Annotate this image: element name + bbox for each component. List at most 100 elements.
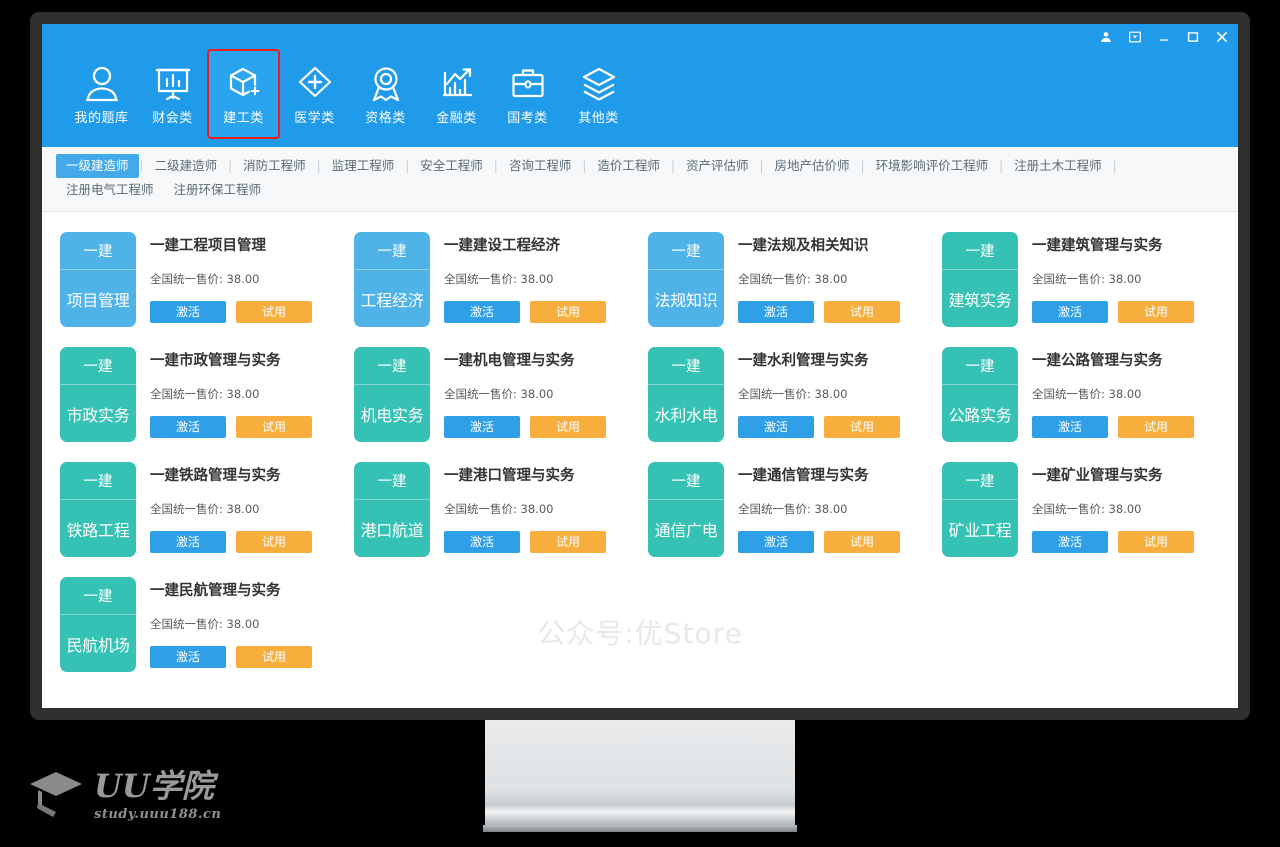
course-card: 一建 矿业工程 一建矿业管理与实务 全国统一售价: 38.00 激活 试用	[934, 456, 1228, 571]
tab-separator: |	[1112, 159, 1117, 173]
tab-7[interactable]: 资产评估师	[676, 154, 759, 178]
course-card: 一建 铁路工程 一建铁路管理与实务 全国统一售价: 38.00 激活 试用	[52, 456, 346, 571]
course-thumbnail[interactable]: 一建 法规知识	[648, 232, 724, 327]
activate-button[interactable]: 激活	[1032, 530, 1108, 553]
tab-separator: |	[139, 159, 144, 173]
tab-3[interactable]: 监理工程师	[322, 154, 405, 178]
course-thumbnail[interactable]: 一建 项目管理	[60, 232, 136, 327]
course-title: 一建机电管理与实务	[444, 353, 575, 369]
tab-1[interactable]: 二级建造师	[145, 154, 228, 178]
trial-button[interactable]: 试用	[530, 530, 606, 553]
trial-button[interactable]: 试用	[236, 415, 312, 438]
course-thumbnail[interactable]: 一建 港口航道	[354, 462, 430, 557]
nav-item-accounting[interactable]: 财会类	[137, 50, 208, 138]
nav-item-medical[interactable]: 医学类	[279, 50, 350, 138]
tab-9[interactable]: 环境影响评价工程师	[866, 154, 999, 178]
course-subject: 法规知识	[654, 290, 718, 310]
course-thumbnail[interactable]: 一建 矿业工程	[942, 462, 1018, 557]
trial-button[interactable]: 试用	[236, 530, 312, 553]
course-card: 一建 项目管理 一建工程项目管理 全国统一售价: 38.00 激活 试用	[52, 226, 346, 341]
activate-button[interactable]: 激活	[738, 530, 814, 553]
trial-button[interactable]: 试用	[530, 300, 606, 323]
course-thumbnail[interactable]: 一建 市政实务	[60, 347, 136, 442]
tab-2[interactable]: 消防工程师	[233, 154, 316, 178]
course-price: 全国统一售价: 38.00	[1032, 386, 1142, 401]
course-details: 一建工程项目管理 全国统一售价: 38.00 激活 试用	[136, 232, 340, 335]
course-details: 一建法规及相关知识 全国统一售价: 38.00 激活 试用	[724, 232, 928, 335]
course-price: 全国统一售价: 38.00	[150, 271, 260, 286]
nav-label: 其他类	[578, 111, 619, 126]
course-subject: 港口航道	[360, 520, 424, 540]
course-thumbnail[interactable]: 一建 工程经济	[354, 232, 430, 327]
activate-button[interactable]: 激活	[150, 300, 226, 323]
tab-10[interactable]: 注册土木工程师	[1004, 154, 1112, 178]
tab-5[interactable]: 咨询工程师	[499, 154, 582, 178]
user-icon	[84, 61, 120, 107]
course-thumbnail[interactable]: 一建 铁路工程	[60, 462, 136, 557]
course-thumbnail[interactable]: 一建 建筑实务	[942, 232, 1018, 327]
activate-button[interactable]: 激活	[444, 415, 520, 438]
course-thumbnail[interactable]: 一建 民航机场	[60, 577, 136, 672]
course-thumbnail[interactable]: 一建 公路实务	[942, 347, 1018, 442]
activate-button[interactable]: 激活	[738, 415, 814, 438]
course-actions: 激活 试用	[150, 300, 340, 323]
activate-button[interactable]: 激活	[1032, 415, 1108, 438]
course-thumbnail[interactable]: 一建 机电实务	[354, 347, 430, 442]
course-card: 一建 建筑实务 一建建筑管理与实务 全国统一售价: 38.00 激活 试用	[934, 226, 1228, 341]
course-actions: 激活 试用	[738, 530, 928, 553]
trial-button[interactable]: 试用	[824, 300, 900, 323]
course-subject: 铁路工程	[66, 520, 130, 540]
nav-item-qualification[interactable]: 资格类	[350, 50, 421, 138]
tab-0[interactable]: 一级建造师	[56, 154, 139, 178]
course-details: 一建建设工程经济 全国统一售价: 38.00 激活 试用	[430, 232, 634, 335]
restore-box-icon[interactable]	[1120, 24, 1149, 50]
trial-button[interactable]: 试用	[824, 530, 900, 553]
diamond-plus-icon	[297, 61, 333, 107]
nav-item-my-question-bank[interactable]: 我的题库	[66, 50, 137, 138]
course-card: 一建 民航机场 一建民航管理与实务 全国统一售价: 38.00 激活 试用	[52, 571, 346, 686]
nav-label: 资格类	[365, 111, 406, 126]
tab-6[interactable]: 造价工程师	[587, 154, 670, 178]
course-thumbnail[interactable]: 一建 通信广电	[648, 462, 724, 557]
nav-item-construction[interactable]: 建工类	[207, 49, 280, 139]
trial-button[interactable]: 试用	[824, 415, 900, 438]
course-details: 一建机电管理与实务 全国统一售价: 38.00 激活 试用	[430, 347, 634, 450]
medal-icon	[368, 61, 404, 107]
course-badge: 一建	[354, 347, 430, 385]
trial-button[interactable]: 试用	[1118, 300, 1194, 323]
course-badge: 一建	[60, 232, 136, 270]
nav-label: 国考类	[507, 111, 548, 126]
trial-button[interactable]: 试用	[236, 645, 312, 668]
activate-button[interactable]: 激活	[150, 645, 226, 668]
brand-name: UU学院	[94, 767, 214, 805]
tab-4[interactable]: 安全工程师	[410, 154, 493, 178]
course-actions: 激活 试用	[444, 300, 634, 323]
user-icon[interactable]	[1091, 24, 1120, 50]
course-title: 一建工程项目管理	[150, 238, 266, 254]
maximize-icon[interactable]	[1178, 24, 1207, 50]
close-icon[interactable]	[1207, 24, 1236, 50]
trial-button[interactable]: 试用	[236, 300, 312, 323]
tab-11[interactable]: 注册电气工程师	[56, 178, 164, 202]
activate-button[interactable]: 激活	[444, 300, 520, 323]
course-card: 一建 公路实务 一建公路管理与实务 全国统一售价: 38.00 激活 试用	[934, 341, 1228, 456]
course-thumbnail[interactable]: 一建 水利水电	[648, 347, 724, 442]
tab-8[interactable]: 房地产估价师	[765, 154, 860, 178]
monitor-stand	[483, 720, 797, 832]
course-title: 一建民航管理与实务	[150, 583, 281, 599]
nav-item-others[interactable]: 其他类	[563, 50, 634, 138]
brand-text: UU学院 study.uuu188.cn	[94, 770, 221, 822]
activate-button[interactable]: 激活	[444, 530, 520, 553]
nav-item-civil-service[interactable]: 国考类	[492, 50, 563, 138]
activate-button[interactable]: 激活	[738, 300, 814, 323]
activate-button[interactable]: 激活	[150, 415, 226, 438]
trial-button[interactable]: 试用	[1118, 530, 1194, 553]
activate-button[interactable]: 激活	[1032, 300, 1108, 323]
nav-item-finance[interactable]: 金融类	[421, 50, 492, 138]
tab-12[interactable]: 注册环保工程师	[164, 178, 272, 202]
trial-button[interactable]: 试用	[1118, 415, 1194, 438]
minimize-icon[interactable]	[1149, 24, 1178, 50]
activate-button[interactable]: 激活	[150, 530, 226, 553]
trial-button[interactable]: 试用	[530, 415, 606, 438]
course-actions: 激活 试用	[444, 415, 634, 438]
